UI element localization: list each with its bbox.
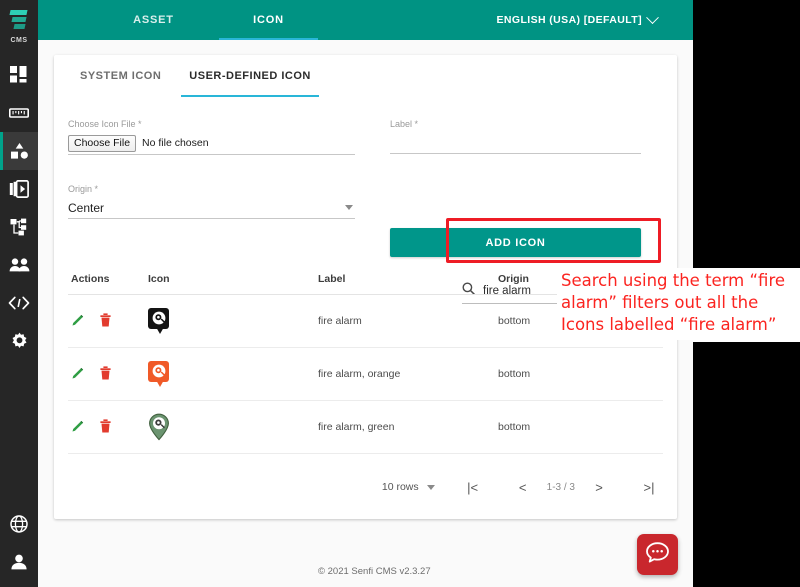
table-header-actions: Actions (71, 272, 110, 285)
tab-icon[interactable]: ICON (211, 0, 326, 40)
marker-orange-icon (148, 360, 170, 388)
caret-down-icon (426, 484, 435, 490)
gear-icon (10, 332, 29, 351)
choose-icon-file-field: Choose Icon File * Choose File No file c… (68, 119, 355, 155)
row-icon-preview (148, 360, 318, 388)
row-label: fire alarm (318, 315, 362, 327)
chat-bubble-icon (646, 541, 669, 568)
media-library-icon (9, 180, 29, 198)
sidebar-item-users[interactable] (0, 246, 38, 284)
sidebar-item-assets[interactable] (0, 132, 38, 170)
language-selector[interactable]: ENGLISH (USA) [DEFAULT] (496, 0, 659, 40)
row-label: fire alarm, green (318, 421, 395, 433)
left-sidebar: CMS (0, 0, 38, 587)
subtab-user-defined-icon[interactable]: USER-DEFINED ICON (175, 55, 325, 97)
delete-trash-icon[interactable] (100, 365, 111, 383)
sidebar-nav (0, 56, 38, 360)
sub-tabs: SYSTEM ICON USER-DEFINED ICON (54, 55, 677, 97)
sidebar-item-sitemap[interactable] (0, 208, 38, 246)
origin-select[interactable]: Center (68, 197, 355, 219)
row-actions (68, 312, 148, 330)
sidebar-item-dashboard[interactable] (0, 56, 38, 94)
marker-black-icon (148, 307, 170, 335)
chevron-down-icon (646, 10, 659, 24)
subtab-system-icon[interactable]: SYSTEM ICON (66, 55, 175, 97)
shapes-icon (10, 142, 29, 160)
delete-trash-icon[interactable] (100, 312, 111, 330)
label-field-label: Label * (390, 119, 419, 129)
person-icon (10, 554, 28, 570)
table-row: fire alarm, green bottom (68, 401, 663, 454)
next-page-button[interactable]: > (585, 473, 613, 501)
screenshot-root: CMS ASSET ICON ENGLISH (USA) [DEFAULT] S… (0, 0, 800, 587)
row-icon-preview (148, 307, 318, 335)
sidebar-item-settings[interactable] (0, 322, 38, 360)
sidebar-item-ruler[interactable] (0, 94, 38, 132)
pin-green-icon (148, 413, 170, 441)
sidebar-item-developer[interactable] (0, 284, 38, 322)
users-icon (9, 258, 30, 272)
row-actions (68, 365, 148, 383)
tab-asset[interactable]: ASSET (96, 0, 211, 40)
table-header-icon: Icon (148, 272, 170, 285)
table-header-label: Label (318, 272, 346, 285)
origin-field-label: Origin * (68, 184, 99, 194)
edit-pencil-icon[interactable] (71, 313, 85, 330)
footer-copyright: © 2021 Senfi CMS v2.3.27 (318, 566, 431, 577)
row-origin: bottom (498, 421, 531, 433)
page-range-label: 1-3 / 3 (546, 481, 575, 493)
language-selector-label: ENGLISH (USA) [DEFAULT] (496, 14, 642, 26)
sidebar-bottom-nav (0, 505, 38, 581)
sitemap-icon (10, 218, 29, 236)
row-icon-preview (148, 413, 318, 441)
edit-pencil-icon[interactable] (71, 366, 85, 383)
prev-page-button[interactable]: < (509, 473, 537, 501)
chat-button[interactable] (637, 534, 678, 575)
label-field: Label * (390, 119, 641, 154)
add-icon-button[interactable]: ADD ICON (390, 228, 641, 257)
choose-icon-file-label: Choose Icon File * (68, 119, 142, 129)
edit-pencil-icon[interactable] (71, 419, 85, 436)
globe-icon (10, 515, 28, 533)
code-icon (8, 296, 30, 310)
sidebar-item-account[interactable] (0, 543, 38, 581)
senfi-logo (8, 9, 30, 33)
pagination: 10 rows |< < 1-3 / 3 > >| (68, 470, 663, 504)
last-page-button[interactable]: >| (635, 473, 663, 501)
delete-trash-icon[interactable] (100, 418, 111, 436)
row-label: fire alarm, orange (318, 368, 401, 380)
caret-down-icon (345, 205, 353, 210)
row-origin: bottom (498, 368, 531, 380)
row-actions (68, 418, 148, 436)
origin-select-value: Center (68, 200, 105, 215)
origin-field: Origin * Center (68, 184, 355, 219)
first-page-button[interactable]: |< (459, 473, 487, 501)
ruler-icon (9, 106, 29, 120)
table-row: fire alarm, orange bottom (68, 348, 663, 401)
top-bar: ASSET ICON ENGLISH (USA) [DEFAULT] (38, 0, 693, 40)
choose-file-button[interactable]: Choose File (68, 134, 137, 152)
rows-per-page-label: 10 rows (381, 481, 419, 493)
brand-label: CMS (10, 37, 28, 44)
sidebar-item-media[interactable] (0, 170, 38, 208)
label-input[interactable] (390, 132, 641, 154)
annotation-text: Search using the term “fire alarm” filte… (557, 268, 800, 340)
file-input-row[interactable]: Choose File No file chosen (68, 132, 355, 155)
file-status-text: No file chosen (142, 137, 209, 149)
dashboard-icon (10, 66, 28, 84)
sidebar-item-language[interactable] (0, 505, 38, 543)
rows-per-page-select[interactable]: 10 rows (382, 481, 437, 493)
